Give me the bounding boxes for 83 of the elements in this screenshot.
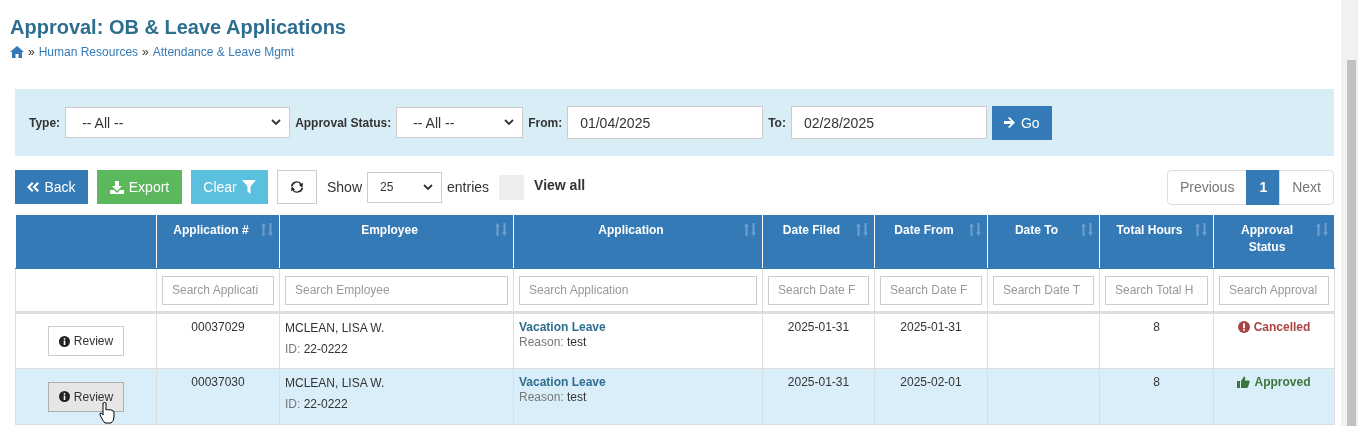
column-header[interactable]: Date From (874, 214, 988, 269)
filter-label: Approval Status: (295, 115, 392, 130)
export-button[interactable]: Export (97, 170, 182, 204)
employee-name: MCLEAN, LISA W. (285, 320, 386, 336)
refresh-button[interactable] (277, 170, 317, 204)
arrow-right-icon (1003, 117, 1016, 128)
breadcrumb-link[interactable]: Human Resources (38, 45, 139, 59)
column-search-field[interactable]: Search Date F (880, 275, 982, 305)
filter-label: Type: (29, 115, 61, 130)
application-reason: Reason: test (519, 335, 588, 349)
table-cell: 2025-02-01 (900, 375, 962, 389)
pagination-button[interactable]: Next (1279, 169, 1334, 205)
table-cell: 2025-01-31 (787, 375, 850, 389)
sort-icon[interactable] (1316, 223, 1328, 236)
scrollbar[interactable] (1341, 0, 1358, 426)
table-cell: 2025-01-31 (787, 320, 850, 334)
status-label: Approved (1237, 375, 1311, 389)
sort-icon[interactable] (261, 223, 273, 236)
column-header[interactable]: Employee (279, 214, 514, 269)
chevron-down-icon (271, 119, 282, 126)
application-link[interactable]: Vacation Leave (519, 320, 757, 334)
column-search-field[interactable]: Search Date F (768, 275, 869, 305)
review-button[interactable]: Review (47, 326, 125, 356)
home-icon[interactable] (10, 46, 24, 58)
sort-icon[interactable] (856, 223, 868, 236)
filter-icon (241, 180, 256, 194)
breadcrumb-link[interactable]: Attendance & Leave Mgmt (152, 45, 295, 59)
employee-id: ID: 22-0222 (285, 397, 349, 411)
column-header[interactable]: Application # (156, 214, 280, 269)
pagination-button[interactable]: Previous (1166, 169, 1248, 205)
breadcrumb-separator: » (142, 45, 149, 59)
table-cell: 8 (1153, 375, 1160, 389)
entries-label: entries (447, 179, 490, 195)
column-search-field[interactable]: Search Approval (1219, 275, 1329, 305)
double-chevron-left-icon (27, 182, 40, 192)
column-header[interactable]: Date Filed (762, 214, 875, 269)
table-cell: 8 (1153, 320, 1160, 334)
type-select[interactable]: -- All -- (65, 107, 291, 138)
refresh-icon (290, 180, 304, 194)
show-label: Show (327, 179, 363, 195)
thumbs-up-icon (1237, 376, 1251, 388)
table-cell: 00037029 (191, 320, 245, 334)
column-header[interactable]: Total Hours (1099, 214, 1214, 269)
review-button[interactable]: Review (47, 381, 125, 412)
column-header[interactable]: Application (513, 214, 763, 269)
page-title: Approval: OB & Leave Applications (10, 15, 347, 39)
sort-icon[interactable] (744, 223, 756, 236)
column-search-field[interactable]: Search Applicati (162, 275, 274, 305)
column-header[interactable]: Date To (987, 214, 1100, 269)
application-link[interactable]: Vacation Leave (519, 375, 757, 389)
column-search-field[interactable]: Search Application (519, 275, 757, 305)
column-search-field[interactable]: Search Employee (285, 275, 508, 305)
download-icon (109, 180, 124, 194)
employee-id: ID: 22-0222 (285, 342, 349, 356)
page-size-select[interactable]: 25 (367, 171, 443, 203)
chevron-down-icon (423, 183, 434, 191)
sort-icon[interactable] (969, 223, 981, 236)
view-all-label: View all (534, 177, 586, 193)
date-field[interactable]: 02/28/2025 (790, 106, 987, 139)
employee-name: MCLEAN, LISA W. (285, 375, 386, 391)
exclamation-icon (1237, 321, 1250, 333)
status-select[interactable]: -- All -- (396, 107, 524, 138)
filter-label: From: (528, 115, 563, 130)
back-button[interactable]: Back (15, 170, 88, 204)
sort-icon[interactable] (495, 223, 507, 236)
column-search-field[interactable]: Search Date T (993, 275, 1094, 305)
info-icon (58, 335, 70, 347)
table-cell: 2025-01-31 (900, 320, 962, 334)
sort-icon[interactable] (1195, 223, 1207, 236)
breadcrumb-separator: » (28, 45, 35, 59)
column-search-field[interactable]: Search Total H (1105, 275, 1208, 305)
table-cell: 00037030 (191, 375, 245, 389)
column-header[interactable]: Approval Status (1213, 214, 1335, 269)
header-cell[interactable] (15, 214, 157, 269)
go-button[interactable]: Go (991, 105, 1052, 140)
filter-label: To: (768, 115, 786, 130)
status-label: Cancelled (1237, 320, 1311, 334)
sort-icon[interactable] (1081, 223, 1093, 236)
pagination-button[interactable]: 1 (1246, 169, 1281, 205)
application-reason: Reason: test (519, 390, 588, 404)
chevron-down-icon (504, 119, 515, 126)
info-icon (58, 391, 70, 402)
date-field[interactable]: 01/04/2025 (567, 106, 764, 139)
